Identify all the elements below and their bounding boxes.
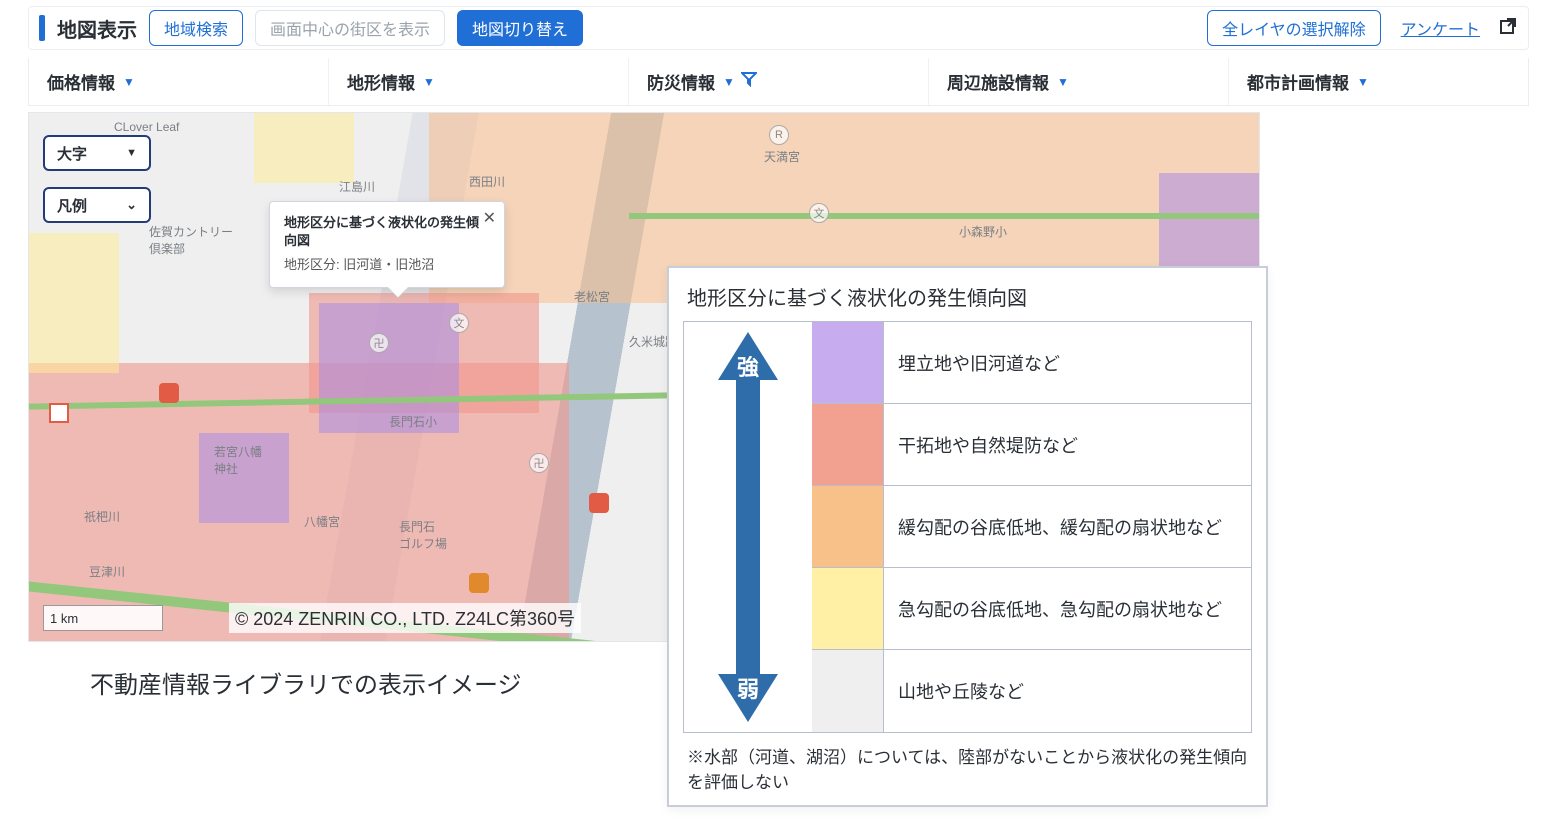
center-block-button: 画面中心の街区を表示 xyxy=(255,10,445,46)
tab-label: 地形情報 xyxy=(347,69,415,94)
intensity-arrow-icon xyxy=(718,332,778,722)
legend-labels-column: 埋立地や旧河道など 干拓地や自然堤防など 緩勾配の谷底低地、緩勾配の扇状地など … xyxy=(884,322,1251,732)
legend-swatch xyxy=(812,404,883,486)
tab-label: 防災情報 xyxy=(647,69,715,94)
caret-down-icon: ▼ xyxy=(1357,75,1369,89)
close-icon[interactable]: ✕ xyxy=(483,208,496,228)
caret-down-icon: ▼ xyxy=(1057,75,1069,89)
topbar: 地図表示 地域検索 画面中心の街区を表示 地図切り替え 全レイヤの選択解除 アン… xyxy=(28,6,1529,50)
legend-title: 地形区分に基づく液状化の発生傾向図 xyxy=(687,282,1252,311)
oaza-select[interactable]: 大字 ▼ xyxy=(43,135,151,171)
caret-down-icon: ▼ xyxy=(423,75,435,89)
map-tooltip: ✕ 地形区分に基づく液状化の発生傾向図 地形区分: 旧河道・旧池沼 xyxy=(269,201,505,288)
tab-urban-plan[interactable]: 都市計画情報 ▼ xyxy=(1229,58,1528,105)
legend-row-label: 干拓地や自然堤防など xyxy=(898,432,1078,458)
legend-strong-label: 強 xyxy=(737,350,759,382)
chevron-down-icon: ⌄ xyxy=(126,197,137,213)
scalebar-label: 1 km xyxy=(50,611,78,626)
tab-facilities[interactable]: 周辺施設情報 ▼ xyxy=(929,58,1229,105)
tab-label: 価格情報 xyxy=(47,69,115,94)
survey-link[interactable]: アンケート xyxy=(1401,16,1480,40)
filter-icon xyxy=(741,71,757,92)
legend-row-label: 埋立地や旧河道など xyxy=(898,350,1060,376)
legend-row-label: 山地や丘陵など xyxy=(898,678,1024,704)
map-copyright: © 2024 ZENRIN CO., LTD. Z24LC第360号 xyxy=(229,603,581,633)
layer-tabs: 価格情報 ▼ 地形情報 ▼ 防災情報 ▼ 周辺施設情報 ▼ 都市計画情報 ▼ xyxy=(28,58,1529,106)
legend-swatch-column xyxy=(812,322,884,732)
legend-row-label: 緩勾配の谷底低地、緩勾配の扇状地など xyxy=(898,514,1222,540)
legend-swatch xyxy=(812,568,883,650)
legend-swatch xyxy=(812,322,883,404)
topbar-accent xyxy=(39,15,45,41)
legend-swatch xyxy=(812,650,883,732)
clear-layers-button[interactable]: 全レイヤの選択解除 xyxy=(1207,10,1381,46)
tab-terrain[interactable]: 地形情報 ▼ xyxy=(329,58,629,105)
legend-row: 干拓地や自然堤防など xyxy=(884,404,1251,486)
region-search-button[interactable]: 地域検索 xyxy=(149,10,243,46)
popout-icon[interactable] xyxy=(1498,16,1518,41)
caret-down-icon: ▼ xyxy=(723,75,735,89)
scalebar: 1 km xyxy=(43,605,163,631)
tooltip-title: 地形区分に基づく液状化の発生傾向図 xyxy=(284,214,490,250)
switch-map-button[interactable]: 地図切り替え xyxy=(457,10,583,46)
oaza-select-label: 大字 xyxy=(57,143,87,164)
legend-row: 埋立地や旧河道など xyxy=(884,322,1251,404)
tab-disaster[interactable]: 防災情報 ▼ xyxy=(629,58,929,105)
legend-row: 緩勾配の谷底低地、緩勾配の扇状地など xyxy=(884,486,1251,568)
legend-row-label: 急勾配の谷底低地、急勾配の扇状地など xyxy=(898,596,1222,622)
tab-price[interactable]: 価格情報 ▼ xyxy=(29,58,329,105)
caret-down-icon: ▼ xyxy=(126,147,137,159)
legend-weak-label: 弱 xyxy=(737,672,759,704)
tab-label: 周辺施設情報 xyxy=(947,69,1049,94)
figure-caption: 不動産情報ライブラリでの表示イメージ xyxy=(90,665,522,700)
tab-label: 都市計画情報 xyxy=(1247,69,1349,94)
legend-toggle[interactable]: 凡例 ⌄ xyxy=(43,187,151,223)
caret-down-icon: ▼ xyxy=(123,75,135,89)
legend-body: 強 弱 埋立地や旧河道など 干拓地や自然堤防など 緩勾配の谷底低地、緩勾配の扇状… xyxy=(683,321,1252,733)
legend-arrow-cell: 強 弱 xyxy=(684,322,812,732)
legend-row: 急勾配の谷底低地、急勾配の扇状地など xyxy=(884,568,1251,650)
legend-row: 山地や丘陵など xyxy=(884,650,1251,732)
tooltip-body: 地形区分: 旧河道・旧池沼 xyxy=(284,254,490,273)
legend-note: ※水部（河道、湖沼）については、陸部がないことから液状化の発生傾向を評価しない xyxy=(683,733,1252,799)
legend-swatch xyxy=(812,486,883,568)
legend-toggle-label: 凡例 xyxy=(57,195,87,216)
legend-panel: 地形区分に基づく液状化の発生傾向図 強 弱 埋立地や旧河道など 干拓地や自然堤防… xyxy=(667,266,1268,807)
page-title: 地図表示 xyxy=(57,14,137,43)
